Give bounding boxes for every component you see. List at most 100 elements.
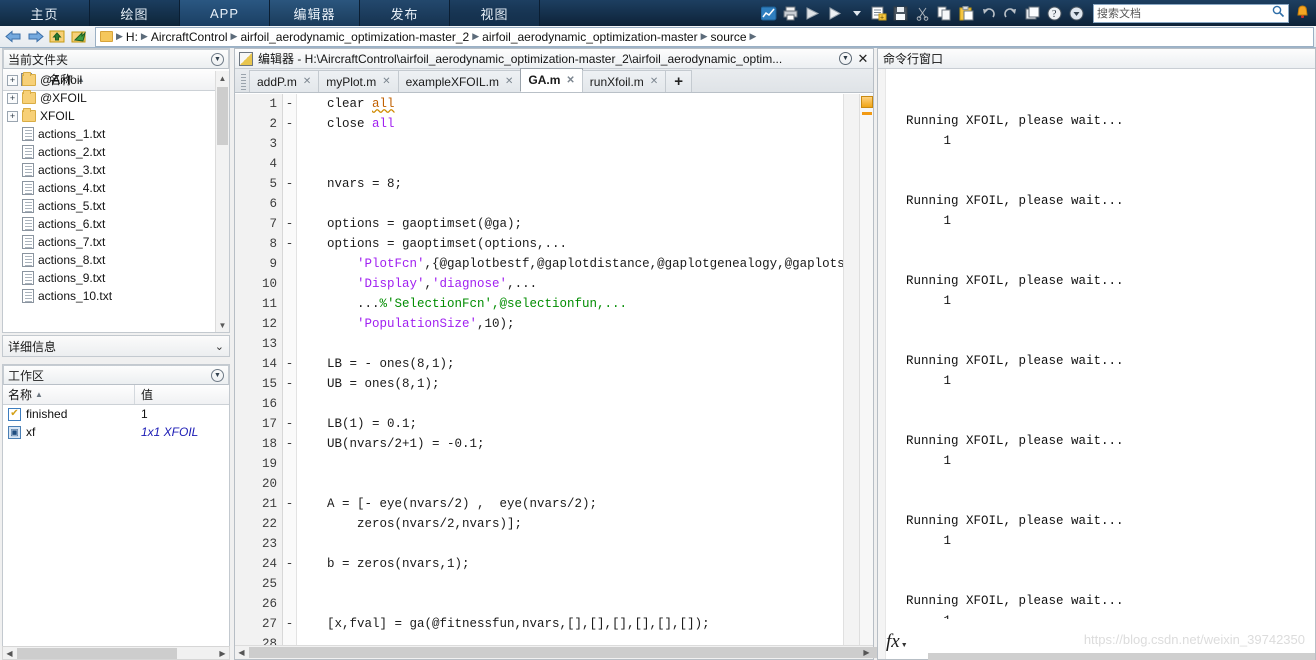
ribbon-tab-home[interactable]: 主页 [0,0,90,26]
breadcrumb[interactable]: ▶ H: ▶ AircraftControl ▶ airfoil_aerodyn… [95,26,1314,47]
code-line[interactable] [297,334,843,354]
tab-close-icon[interactable]: ✕ [382,76,390,87]
browse-folder-icon[interactable] [69,27,89,47]
code-line[interactable]: UB(nvars/2+1) = -0.1; [297,434,843,454]
breadcrumb-item-3[interactable]: airfoil_aerodynamic_optimization-master [482,30,697,44]
executable-line-marker[interactable]: - [283,414,296,434]
executable-line-marker[interactable]: - [283,494,296,514]
panel-menu-icon[interactable]: ▼ [839,52,852,65]
up-folder-icon[interactable] [47,27,67,47]
file-list-item[interactable]: actions_6.txt [3,215,229,233]
executable-line-marker[interactable]: - [283,374,296,394]
file-list-item[interactable]: + @XFOIL [3,89,229,107]
code-line[interactable]: 'PlotFcn',{@gaplotbestf,@gaplotdistance,… [297,254,843,274]
editor-tab[interactable]: addP.m ✕ [249,70,320,92]
file-list[interactable]: + @Airfoil + @XFOIL + XFOIL actions_1.txt actio… [3,71,229,332]
editor-tab[interactable]: GA.m ✕ [520,68,583,92]
file-list-item[interactable]: actions_8.txt [3,251,229,269]
code-line[interactable]: options = gaoptimset(@ga); [297,214,843,234]
copy-icon[interactable] [935,3,955,23]
executable-line-marker[interactable] [283,134,296,154]
ribbon-tab-editor[interactable]: 编辑器 [270,0,360,26]
scroll-down-icon[interactable]: ▼ [216,318,229,332]
code-line[interactable]: UB = ones(8,1); [297,374,843,394]
executable-line-marker[interactable] [283,334,296,354]
file-list-item[interactable]: actions_3.txt [3,161,229,179]
file-list-item[interactable]: actions_10.txt [3,287,229,305]
workspace-value-column-header[interactable]: 值 [135,386,229,403]
hscroll-left-icon[interactable]: ◀ [3,647,16,659]
file-list-item[interactable]: + XFOIL [3,107,229,125]
code-line[interactable] [297,394,843,414]
code-analyzer-strip[interactable] [859,94,873,645]
fx-dropdown-arrow[interactable]: ▼ [901,641,908,649]
breadcrumb-item-4[interactable]: source [711,30,747,44]
hscroll-right-icon[interactable]: ▶ [860,646,873,658]
analyzer-warning-mark[interactable] [862,112,872,115]
ribbon-tab-apps[interactable]: APP [180,0,270,26]
left-panel-hscrollbar[interactable]: ◀ ▶ [2,646,230,660]
breakpoint-gutter[interactable]: ------------ [283,94,297,645]
ribbon-tab-view[interactable]: 视图 [450,0,540,26]
search-icon[interactable] [1272,5,1285,21]
bell-icon[interactable] [1294,4,1312,22]
sort-ascending-icon[interactable]: ▲ [35,390,43,399]
chevron-down-icon[interactable]: ⌄ [215,340,224,353]
editor-tab[interactable]: exampleXFOIL.m ✕ [397,70,522,92]
code-line[interactable]: b = zeros(nvars,1); [297,554,843,574]
editor-tab[interactable]: myPlot.m ✕ [318,70,399,92]
code-line[interactable]: clear all [297,94,843,114]
file-list-item[interactable]: actions_4.txt [3,179,229,197]
new-figure-icon[interactable] [759,3,779,23]
code-line[interactable] [297,134,843,154]
executable-line-marker[interactable] [283,274,296,294]
code-line[interactable] [297,454,843,474]
tab-close-icon[interactable]: ✕ [650,76,658,87]
expand-icon[interactable]: + [7,92,18,104]
file-list-item[interactable]: actions_7.txt [3,233,229,251]
executable-line-marker[interactable]: - [283,114,296,134]
code-line[interactable]: options = gaoptimset(options,... [297,234,843,254]
executable-line-marker[interactable]: - [283,94,296,114]
scroll-thumb[interactable] [217,87,228,145]
back-arrow-icon[interactable] [3,27,23,47]
code-line[interactable]: LB = - ones(8,1); [297,354,843,374]
code-editor-area[interactable]: clear all close all nvars = 8; options =… [297,94,843,645]
fx-prompt-icon[interactable]: fx ▼ [886,631,912,653]
hscroll-left-icon[interactable]: ◀ [235,646,248,658]
executable-line-marker[interactable] [283,154,296,174]
command-window-output[interactable]: Running XFOIL, please wait... 1 Running … [878,69,1315,619]
executable-line-marker[interactable] [283,194,296,214]
documentation-search-input[interactable]: 搜索文档 [1097,5,1272,21]
file-list-scrollbar[interactable]: ▲ ▼ [215,71,229,332]
code-line[interactable] [297,534,843,554]
paste-icon[interactable] [957,3,977,23]
code-line[interactable] [297,194,843,214]
code-line[interactable]: 'PopulationSize',10); [297,314,843,334]
save-icon[interactable] [891,3,911,23]
workspace-row[interactable]: ▣ xf 1x1 XFOIL [3,423,229,441]
code-line[interactable] [297,594,843,614]
new-script-icon[interactable]: + [869,3,889,23]
executable-line-marker[interactable] [283,294,296,314]
tabstrip-grip[interactable] [241,74,246,92]
hscroll-thumb[interactable] [249,647,929,658]
executable-line-marker[interactable] [283,454,296,474]
breadcrumb-item-2[interactable]: airfoil_aerodynamic_optimization-master_… [240,30,469,44]
code-line[interactable] [297,154,843,174]
close-icon[interactable]: ✕ [857,51,869,67]
executable-line-marker[interactable]: - [283,174,296,194]
executable-line-marker[interactable]: - [283,434,296,454]
documentation-search-box[interactable]: 搜索文档 [1093,3,1289,23]
executable-line-marker[interactable] [283,474,296,494]
ribbon-tab-publish[interactable]: 发布 [360,0,450,26]
code-line[interactable] [297,574,843,594]
details-panel[interactable]: 详细信息 ⌄ [2,335,230,357]
tab-close-icon[interactable]: ✕ [566,75,574,86]
workspace-row[interactable]: ✔ finished 1 [3,405,229,423]
print-icon[interactable] [781,3,801,23]
expand-icon[interactable]: + [7,74,18,86]
code-line[interactable]: close all [297,114,843,134]
editor-hscrollbar[interactable]: ◀ ▶ [235,645,929,659]
editor-tab[interactable]: runXfoil.m ✕ [581,70,667,92]
